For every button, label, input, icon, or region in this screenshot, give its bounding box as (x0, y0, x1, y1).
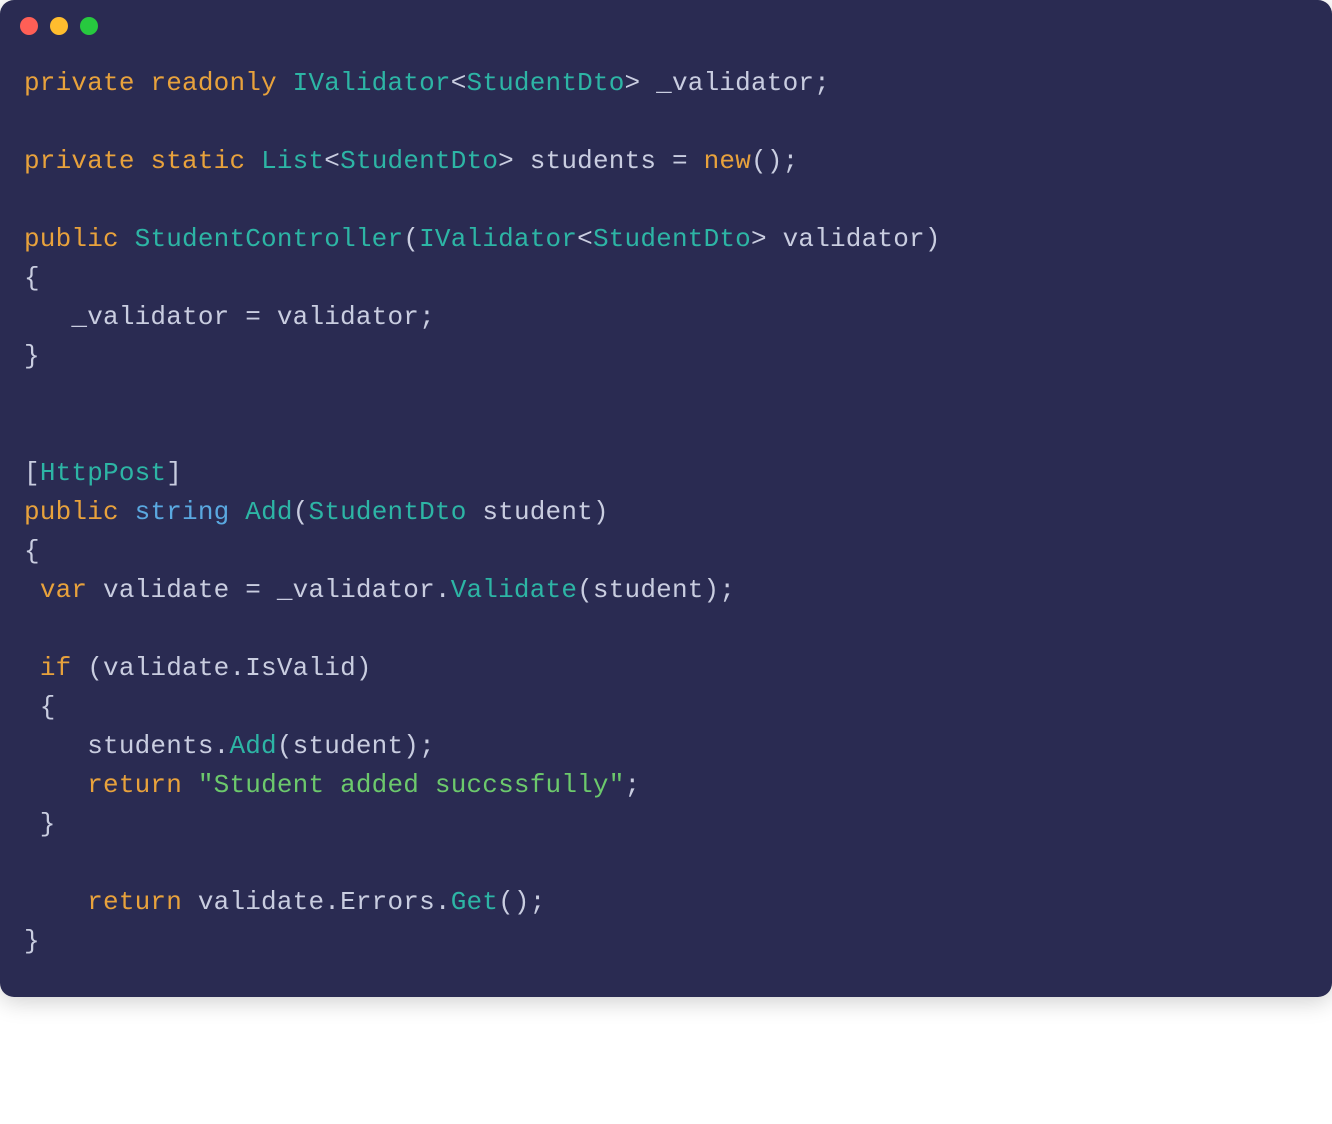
args: (student); (277, 731, 435, 761)
keyword-if: if (40, 653, 72, 683)
indent (24, 770, 87, 800)
keyword-string: string (135, 497, 230, 527)
keyword-readonly: readonly (150, 68, 276, 98)
angle-close: > (751, 224, 767, 254)
attribute-httppost: HttpPost (40, 458, 166, 488)
type-studentdto: StudentDto (467, 68, 625, 98)
angle-close: > (625, 68, 641, 98)
indent (24, 887, 87, 917)
condition: (validate.IsValid) (71, 653, 371, 683)
editor-window: private readonly IValidator<StudentDto> … (0, 0, 1332, 997)
method-validate: Validate (451, 575, 577, 605)
titlebar (0, 0, 1332, 52)
parens: (); (751, 146, 798, 176)
call-students-add: students. (24, 731, 229, 761)
constructor-name: StudentController (135, 224, 404, 254)
paren-open: ( (293, 497, 309, 527)
method-add: Add (229, 731, 276, 761)
type-studentdto: StudentDto (593, 224, 751, 254)
method-get: Get (451, 887, 498, 917)
angle-close: > (498, 146, 514, 176)
bracket-open: [ (24, 458, 40, 488)
param-student: student) (467, 497, 609, 527)
method-add: Add (245, 497, 292, 527)
string-literal: "Student added succssfully" (198, 770, 625, 800)
minimize-icon[interactable] (50, 17, 68, 35)
type-studentdto: StudentDto (340, 146, 498, 176)
param-validator: validator) (767, 224, 941, 254)
angle-open: < (577, 224, 593, 254)
brace-close: } (24, 926, 40, 956)
type-studentdto: StudentDto (309, 497, 467, 527)
keyword-static: static (150, 146, 245, 176)
field-validator: _validator; (640, 68, 830, 98)
keyword-private: private (24, 146, 135, 176)
field-students: students (514, 146, 672, 176)
assignment: _validator = validator; (24, 302, 435, 332)
brace-open: { (24, 692, 56, 722)
bracket-close: ] (166, 458, 182, 488)
zoom-icon[interactable] (80, 17, 98, 35)
brace-open: { (24, 536, 40, 566)
indent (24, 653, 40, 683)
assignment: = _validator. (245, 575, 450, 605)
keyword-var: var (40, 575, 87, 605)
brace-close: } (24, 809, 56, 839)
args: (student); (577, 575, 735, 605)
space (182, 770, 198, 800)
brace-close: } (24, 341, 40, 371)
keyword-public: public (24, 224, 119, 254)
keyword-return: return (87, 887, 182, 917)
semicolon: ; (625, 770, 641, 800)
keyword-public: public (24, 497, 119, 527)
var-validate: validate (87, 575, 245, 605)
type-list: List (261, 146, 324, 176)
angle-open: < (451, 68, 467, 98)
keyword-new: new (704, 146, 751, 176)
paren-open: ( (403, 224, 419, 254)
type-ivalidator: IValidator (419, 224, 577, 254)
close-icon[interactable] (20, 17, 38, 35)
parens: (); (498, 887, 545, 917)
type-ivalidator: IValidator (293, 68, 451, 98)
keyword-private: private (24, 68, 135, 98)
equals: = (672, 146, 704, 176)
expr: validate.Errors. (182, 887, 451, 917)
keyword-return: return (87, 770, 182, 800)
indent (24, 575, 40, 605)
angle-open: < (324, 146, 340, 176)
brace-open: { (24, 263, 40, 293)
code-content: private readonly IValidator<StudentDto> … (0, 52, 1332, 997)
